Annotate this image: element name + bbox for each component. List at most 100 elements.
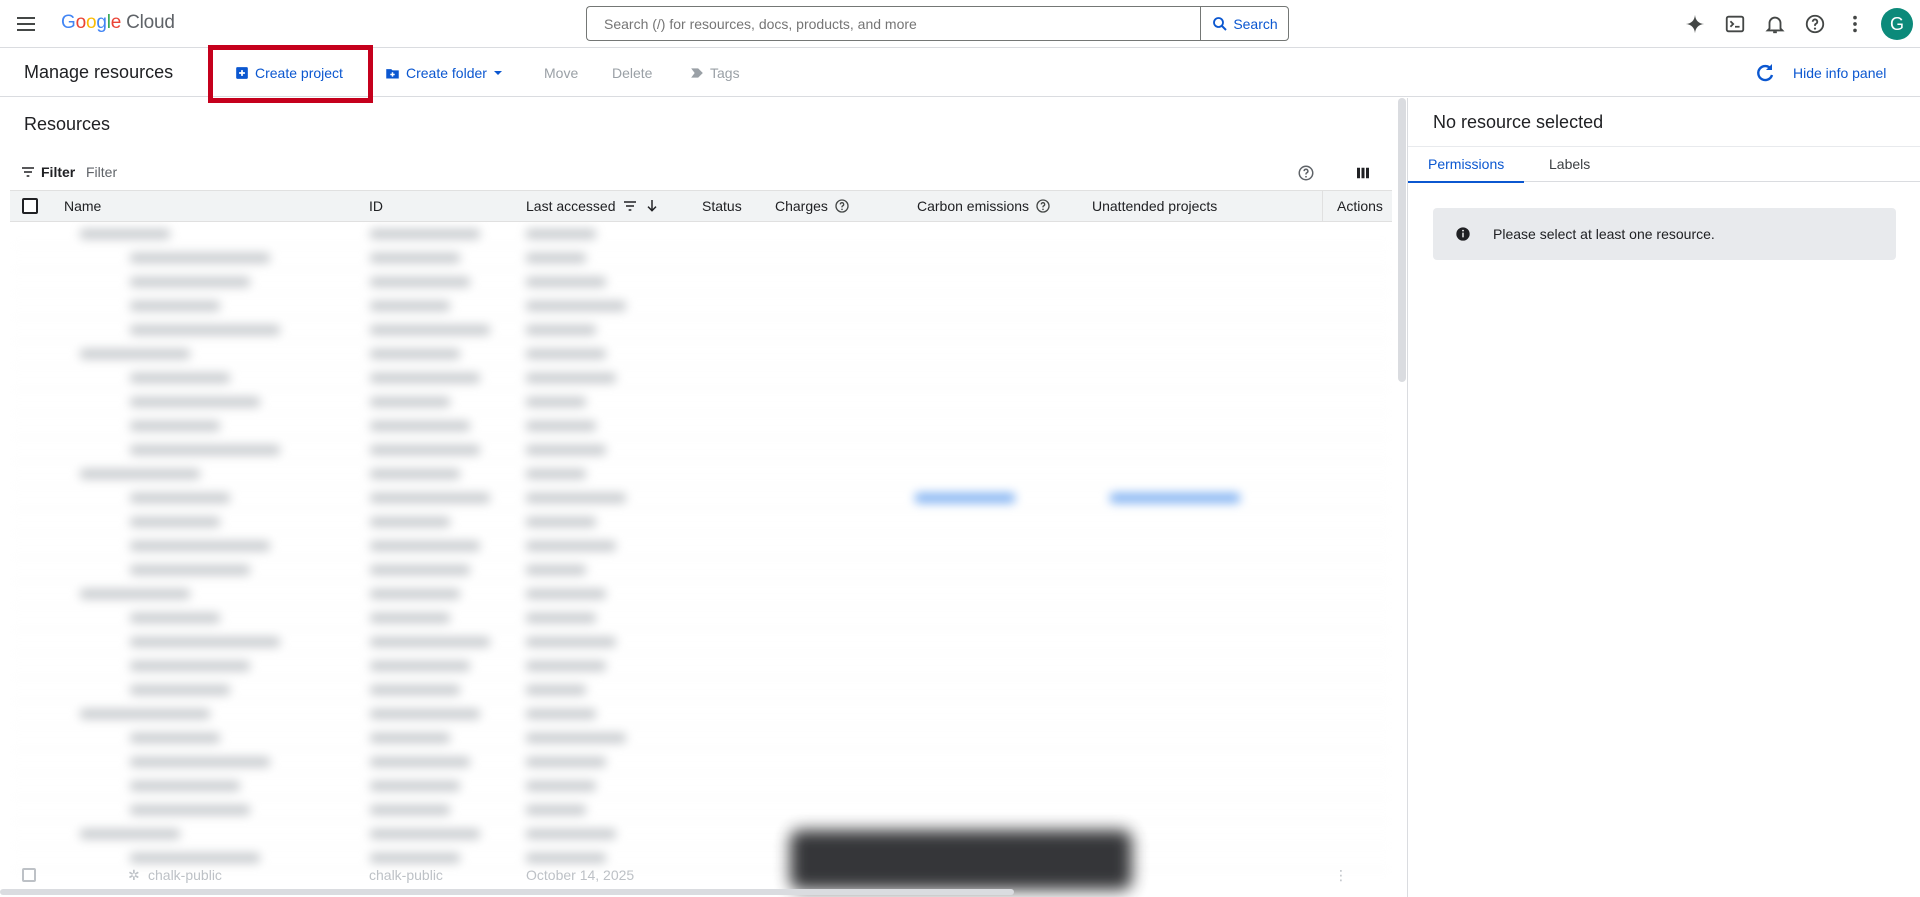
sparkle-icon <box>1685 14 1705 34</box>
google-cloud-logo[interactable]: Google Cloud <box>61 12 175 34</box>
vertical-scrollbar[interactable] <box>1398 98 1406 382</box>
blurred-cell <box>370 445 480 455</box>
column-header-last-accessed[interactable]: Last accessed <box>526 191 660 221</box>
blurred-cell <box>526 613 596 623</box>
blurred-cell <box>526 469 586 479</box>
blurred-row <box>10 342 1392 366</box>
blurred-cell <box>526 541 616 551</box>
blurred-cell <box>526 589 606 599</box>
create-folder-icon <box>386 68 399 78</box>
blurred-cell <box>370 301 450 311</box>
blurred-cell <box>370 277 470 287</box>
blurred-row <box>10 582 1392 606</box>
blurred-cell <box>526 253 586 263</box>
blurred-cell <box>370 685 460 695</box>
notifications-button[interactable] <box>1763 12 1787 36</box>
column-header-actions: Actions <box>1337 198 1383 214</box>
search-input[interactable] <box>587 7 1201 40</box>
column-header-unattended-projects[interactable]: Unattended projects <box>1092 191 1217 221</box>
blurred-cell <box>370 565 470 575</box>
blurred-cell <box>370 661 470 671</box>
column-header-status[interactable]: Status <box>702 191 742 221</box>
blurred-cell <box>130 373 230 383</box>
blurred-cell <box>526 493 626 503</box>
blurred-cell <box>130 757 270 767</box>
row-actions-icon[interactable]: ⋮ <box>1334 867 1348 884</box>
blurred-cell <box>526 565 586 575</box>
hide-info-panel-button[interactable]: Hide info panel <box>1793 49 1886 97</box>
delete-button[interactable]: Delete <box>612 49 652 97</box>
blurred-cell <box>526 301 626 311</box>
filter-bar: Filter Filter <box>0 154 1392 190</box>
column-header-id[interactable]: ID <box>369 191 383 221</box>
move-button[interactable]: Move <box>544 49 578 97</box>
blurred-row <box>10 750 1392 774</box>
info-panel-tabs: Permissions Labels <box>1408 146 1920 183</box>
charges-label: Charges <box>775 198 828 214</box>
table-body <box>10 222 1392 897</box>
blurred-row <box>10 558 1392 582</box>
blurred-cell <box>370 829 480 839</box>
table-help-icon[interactable] <box>1297 164 1315 182</box>
tab-labels[interactable]: Labels <box>1529 147 1610 183</box>
help-icon[interactable] <box>1035 198 1051 214</box>
blurred-cell <box>526 517 596 527</box>
blurred-row <box>10 414 1392 438</box>
blurred-cell <box>526 805 586 815</box>
row-id: chalk-public <box>369 867 443 883</box>
tags-button[interactable]: Tags <box>690 49 740 97</box>
column-header-charges[interactable]: Charges <box>775 191 850 221</box>
arrow-down-icon[interactable] <box>644 198 660 214</box>
blurred-cell <box>526 709 596 719</box>
search-button[interactable]: Search <box>1200 6 1289 41</box>
refresh-icon[interactable] <box>1753 61 1777 85</box>
blurred-cell <box>80 469 200 479</box>
blurred-cell <box>370 493 490 503</box>
horizontal-scrollbar[interactable] <box>0 889 1014 895</box>
search-box <box>586 6 1201 41</box>
blurred-row <box>10 486 1392 510</box>
resources-title: Resources <box>24 114 111 134</box>
search-icon <box>1213 16 1228 31</box>
blurred-cell <box>526 829 616 839</box>
blurred-cell <box>370 613 450 623</box>
tags-label: Tags <box>710 65 740 81</box>
help-button[interactable] <box>1803 12 1827 36</box>
blurred-cell <box>130 781 240 791</box>
help-icon <box>1805 14 1825 34</box>
blurred-row <box>10 774 1392 798</box>
blurred-cell <box>370 517 450 527</box>
create-folder-button[interactable]: Create folder <box>385 49 503 97</box>
blurred-cell <box>130 325 280 335</box>
blurred-cell <box>370 781 460 791</box>
more-options-button[interactable] <box>1843 12 1867 36</box>
blurred-row <box>10 246 1392 270</box>
blurred-cell <box>130 613 220 623</box>
blurred-cell <box>370 853 460 863</box>
blurred-cell <box>370 397 450 407</box>
row-checkbox[interactable] <box>22 868 36 882</box>
page-title: Manage resources <box>24 62 174 82</box>
sort-filter-icon[interactable] <box>622 198 638 214</box>
delete-label: Delete <box>612 65 653 81</box>
blurred-cell <box>130 541 270 551</box>
blurred-row <box>10 630 1392 654</box>
table-header: Name ID Last accessed Status Charges Car… <box>10 190 1392 222</box>
help-icon[interactable] <box>834 198 850 214</box>
column-display-icon[interactable] <box>1354 164 1372 182</box>
tab-permissions[interactable]: Permissions <box>1408 147 1525 183</box>
main-menu-button[interactable] <box>14 12 38 36</box>
column-header-name[interactable]: Name <box>64 191 101 221</box>
blurred-row <box>10 654 1392 678</box>
select-all-checkbox[interactable] <box>22 198 38 214</box>
blurred-row <box>10 798 1392 822</box>
row-name[interactable]: chalk-public <box>148 867 222 883</box>
account-avatar[interactable]: G <box>1881 8 1913 40</box>
dropdown-arrow-icon <box>493 71 502 75</box>
gemini-button[interactable] <box>1683 12 1707 36</box>
table-row[interactable]: ✲ chalk-public chalk-public October 14, … <box>10 864 1392 888</box>
column-header-carbon-emissions[interactable]: Carbon emissions <box>917 191 1051 221</box>
filter-input[interactable]: Filter <box>86 164 117 180</box>
blurred-cell <box>130 493 230 503</box>
cloud-shell-button[interactable] <box>1723 12 1747 36</box>
